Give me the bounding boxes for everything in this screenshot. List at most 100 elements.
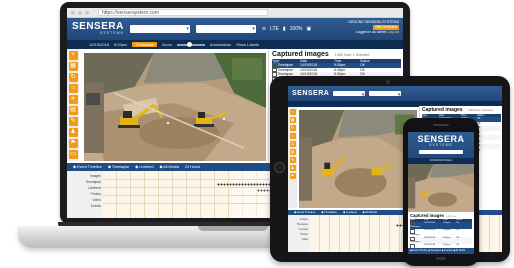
circle-icon[interactable]: ○ [68, 84, 78, 93]
cell-date: 10/19/2018 [424, 236, 435, 239]
signal-label: LTE [270, 26, 279, 32]
timeline-label: Video [301, 238, 308, 241]
timeline-tab-event[interactable]: ◆ Event Timeline [73, 163, 102, 171]
header-account: GROUND SENSERA SYSTEMS Site Overview Log… [348, 20, 399, 35]
cell-date: 10/19/2018 [424, 229, 435, 232]
battery-label: 100% [289, 26, 303, 32]
phone-speaker [433, 124, 449, 126]
construction-site-photo[interactable] [408, 164, 474, 212]
image-icon[interactable]: ▦ [68, 62, 78, 71]
timeline-tab-all-media[interactable]: ◆ All Media [160, 163, 179, 171]
circle-icon[interactable]: ○ [289, 133, 296, 139]
construction-site-photo[interactable] [299, 110, 417, 208]
url-bar[interactable]: https://senseraystem.com [98, 9, 268, 16]
captured-row[interactable]: Timelapse10/19/2018 8:30pm OK [410, 236, 472, 245]
window-zoom-dot[interactable] [85, 10, 89, 15]
tool-sidebar: × ▦ ↻ ○ ⌗ ▤ ✎ ♟ ⚑ ▭ [67, 49, 79, 161]
laptop-notch [198, 226, 268, 231]
camera-icon[interactable]: ▣ [306, 26, 311, 32]
captured-row[interactable]: Timelapse10/19/2018 8:45pm OK [410, 229, 472, 236]
tablet-camera [386, 80, 390, 84]
captured-subtitle: 1458 Total [446, 216, 457, 218]
construction-site-image [408, 164, 474, 212]
captured-title-text: Captured images [422, 107, 463, 113]
construction-site-photo[interactable] [84, 53, 266, 161]
phone-screen: SENSERA SYSTEMS 10/19/2018 9:00pm Captur… [408, 132, 474, 254]
tag-icon[interactable]: ⚑ [68, 139, 78, 148]
sensera-logo: SENSERA [292, 90, 329, 97]
phone-device: SENSERA SYSTEMS 10/19/2018 9:00pm Captur… [403, 118, 479, 266]
timeline-range[interactable]: 24 Hours [185, 163, 200, 171]
toolbar-date: 10/19/2018 [89, 42, 110, 47]
logo-sub: SYSTEMS [429, 143, 453, 147]
toolbar-time: 9:00pm [114, 42, 128, 47]
app-header: SENSERA SYSTEMS ≋ LTE ▮ 100% ▣ GROUND SE… [67, 18, 403, 40]
tablet-home-button[interactable] [274, 162, 285, 173]
logo-main: SENSERA [292, 90, 330, 97]
crop-icon[interactable]: ⌗ [289, 141, 296, 147]
device-mockup-scene: https://senseraystem.com SENSERA SYSTEMS… [0, 0, 514, 268]
sensera-logo: SENSERA SYSTEMS [72, 22, 124, 36]
ruler-icon[interactable]: ▭ [68, 150, 78, 159]
captured-subtitle: 1458 Total, 1 Selected [467, 109, 493, 112]
crop-icon[interactable]: ⌗ [68, 95, 78, 104]
cell-status: OK [477, 149, 501, 154]
construction-site-image [299, 110, 417, 208]
window-minimize-dot[interactable] [78, 10, 82, 15]
phone-timeline-bar[interactable]: ◆ Event Timeline ◆ Timelapse ◆ Livefeed … [408, 248, 474, 254]
tablet-tool-sidebar: × ▦ ↻ ○ ⌗ ▤ ✎ ♟ ⚑ [288, 107, 297, 208]
cell-time: 8:45pm [443, 229, 451, 232]
captured-row[interactable]: Timelapse10/19/2018 9:00pm OK [410, 221, 472, 230]
pen-icon[interactable]: ✎ [289, 157, 296, 163]
captured-title-text: Captured images [272, 51, 329, 58]
refresh-icon[interactable]: ↻ [68, 73, 78, 82]
timelapse-pill[interactable]: Timelapse [132, 42, 157, 47]
tag-icon[interactable]: ⚑ [289, 173, 296, 179]
captured-images-title: Captured images 1458 Total, 1 Selected [272, 51, 401, 58]
cell-time: 9:00pm [443, 221, 451, 224]
timeline-label: Events [90, 204, 101, 208]
zoom-slider[interactable] [176, 42, 205, 47]
captured-images-title: Captured images 1458 Total, 1 Selected [422, 107, 501, 113]
cell-status: OK [456, 221, 460, 224]
grid-icon[interactable]: ▤ [289, 149, 296, 155]
timeline-row-labels: Images Timelapse Livefeed Photos Video [288, 215, 310, 252]
timeline-tab-timelapse[interactable]: ◆ Timelapse [108, 163, 129, 171]
timeline-tab-livefeed[interactable]: ◆ Livefeed [135, 163, 153, 171]
user-icon[interactable]: ♟ [289, 165, 296, 171]
wifi-icon: ≋ [261, 26, 267, 32]
cell-type: Timelapse [410, 229, 424, 236]
phone-app-header: SENSERA SYSTEMS [408, 132, 474, 158]
camera-select[interactable] [369, 91, 402, 99]
window-close-dot[interactable] [71, 10, 75, 15]
captured-title-text: Captured images [410, 213, 444, 218]
refresh-icon[interactable]: ↻ [289, 125, 296, 131]
camera-select[interactable] [195, 25, 256, 33]
cell-date: 10/19/2018 [424, 221, 435, 224]
logout-link[interactable]: Log out [387, 30, 399, 34]
image-icon[interactable]: ▦ [289, 117, 296, 123]
cell-time: 8:30pm [443, 236, 451, 239]
construction-site-image [84, 53, 266, 161]
show-labels-toggle[interactable]: Show Labels [236, 42, 259, 47]
cell-type: Timelapse [410, 222, 424, 229]
user-icon[interactable]: ♟ [68, 128, 78, 137]
sensera-logo: SENSERA SYSTEMS [408, 135, 474, 148]
header-status-icons: ≋ LTE ▮ 100% ▣ [262, 26, 311, 32]
annotations-toggle[interactable]: Annotations [210, 42, 231, 47]
logo-sub: SYSTEMS [100, 31, 124, 36]
close-icon[interactable]: × [68, 51, 78, 60]
project-select[interactable] [419, 149, 463, 154]
grid-icon[interactable]: ▤ [68, 106, 78, 115]
captured-images-title: Captured images 1458 Total [410, 213, 472, 218]
tablet-app-header: SENSERA [288, 86, 502, 101]
project-select[interactable] [333, 91, 366, 99]
pen-icon[interactable]: ✎ [68, 117, 78, 126]
project-select[interactable] [129, 25, 190, 33]
phone-home-indicator[interactable] [436, 257, 446, 260]
close-icon[interactable]: × [289, 109, 296, 115]
battery-icon: ▮ [282, 26, 286, 32]
cell-status: OK [456, 236, 460, 239]
cell-status: OK [456, 229, 460, 232]
zoom-label: Zoom [161, 42, 172, 47]
